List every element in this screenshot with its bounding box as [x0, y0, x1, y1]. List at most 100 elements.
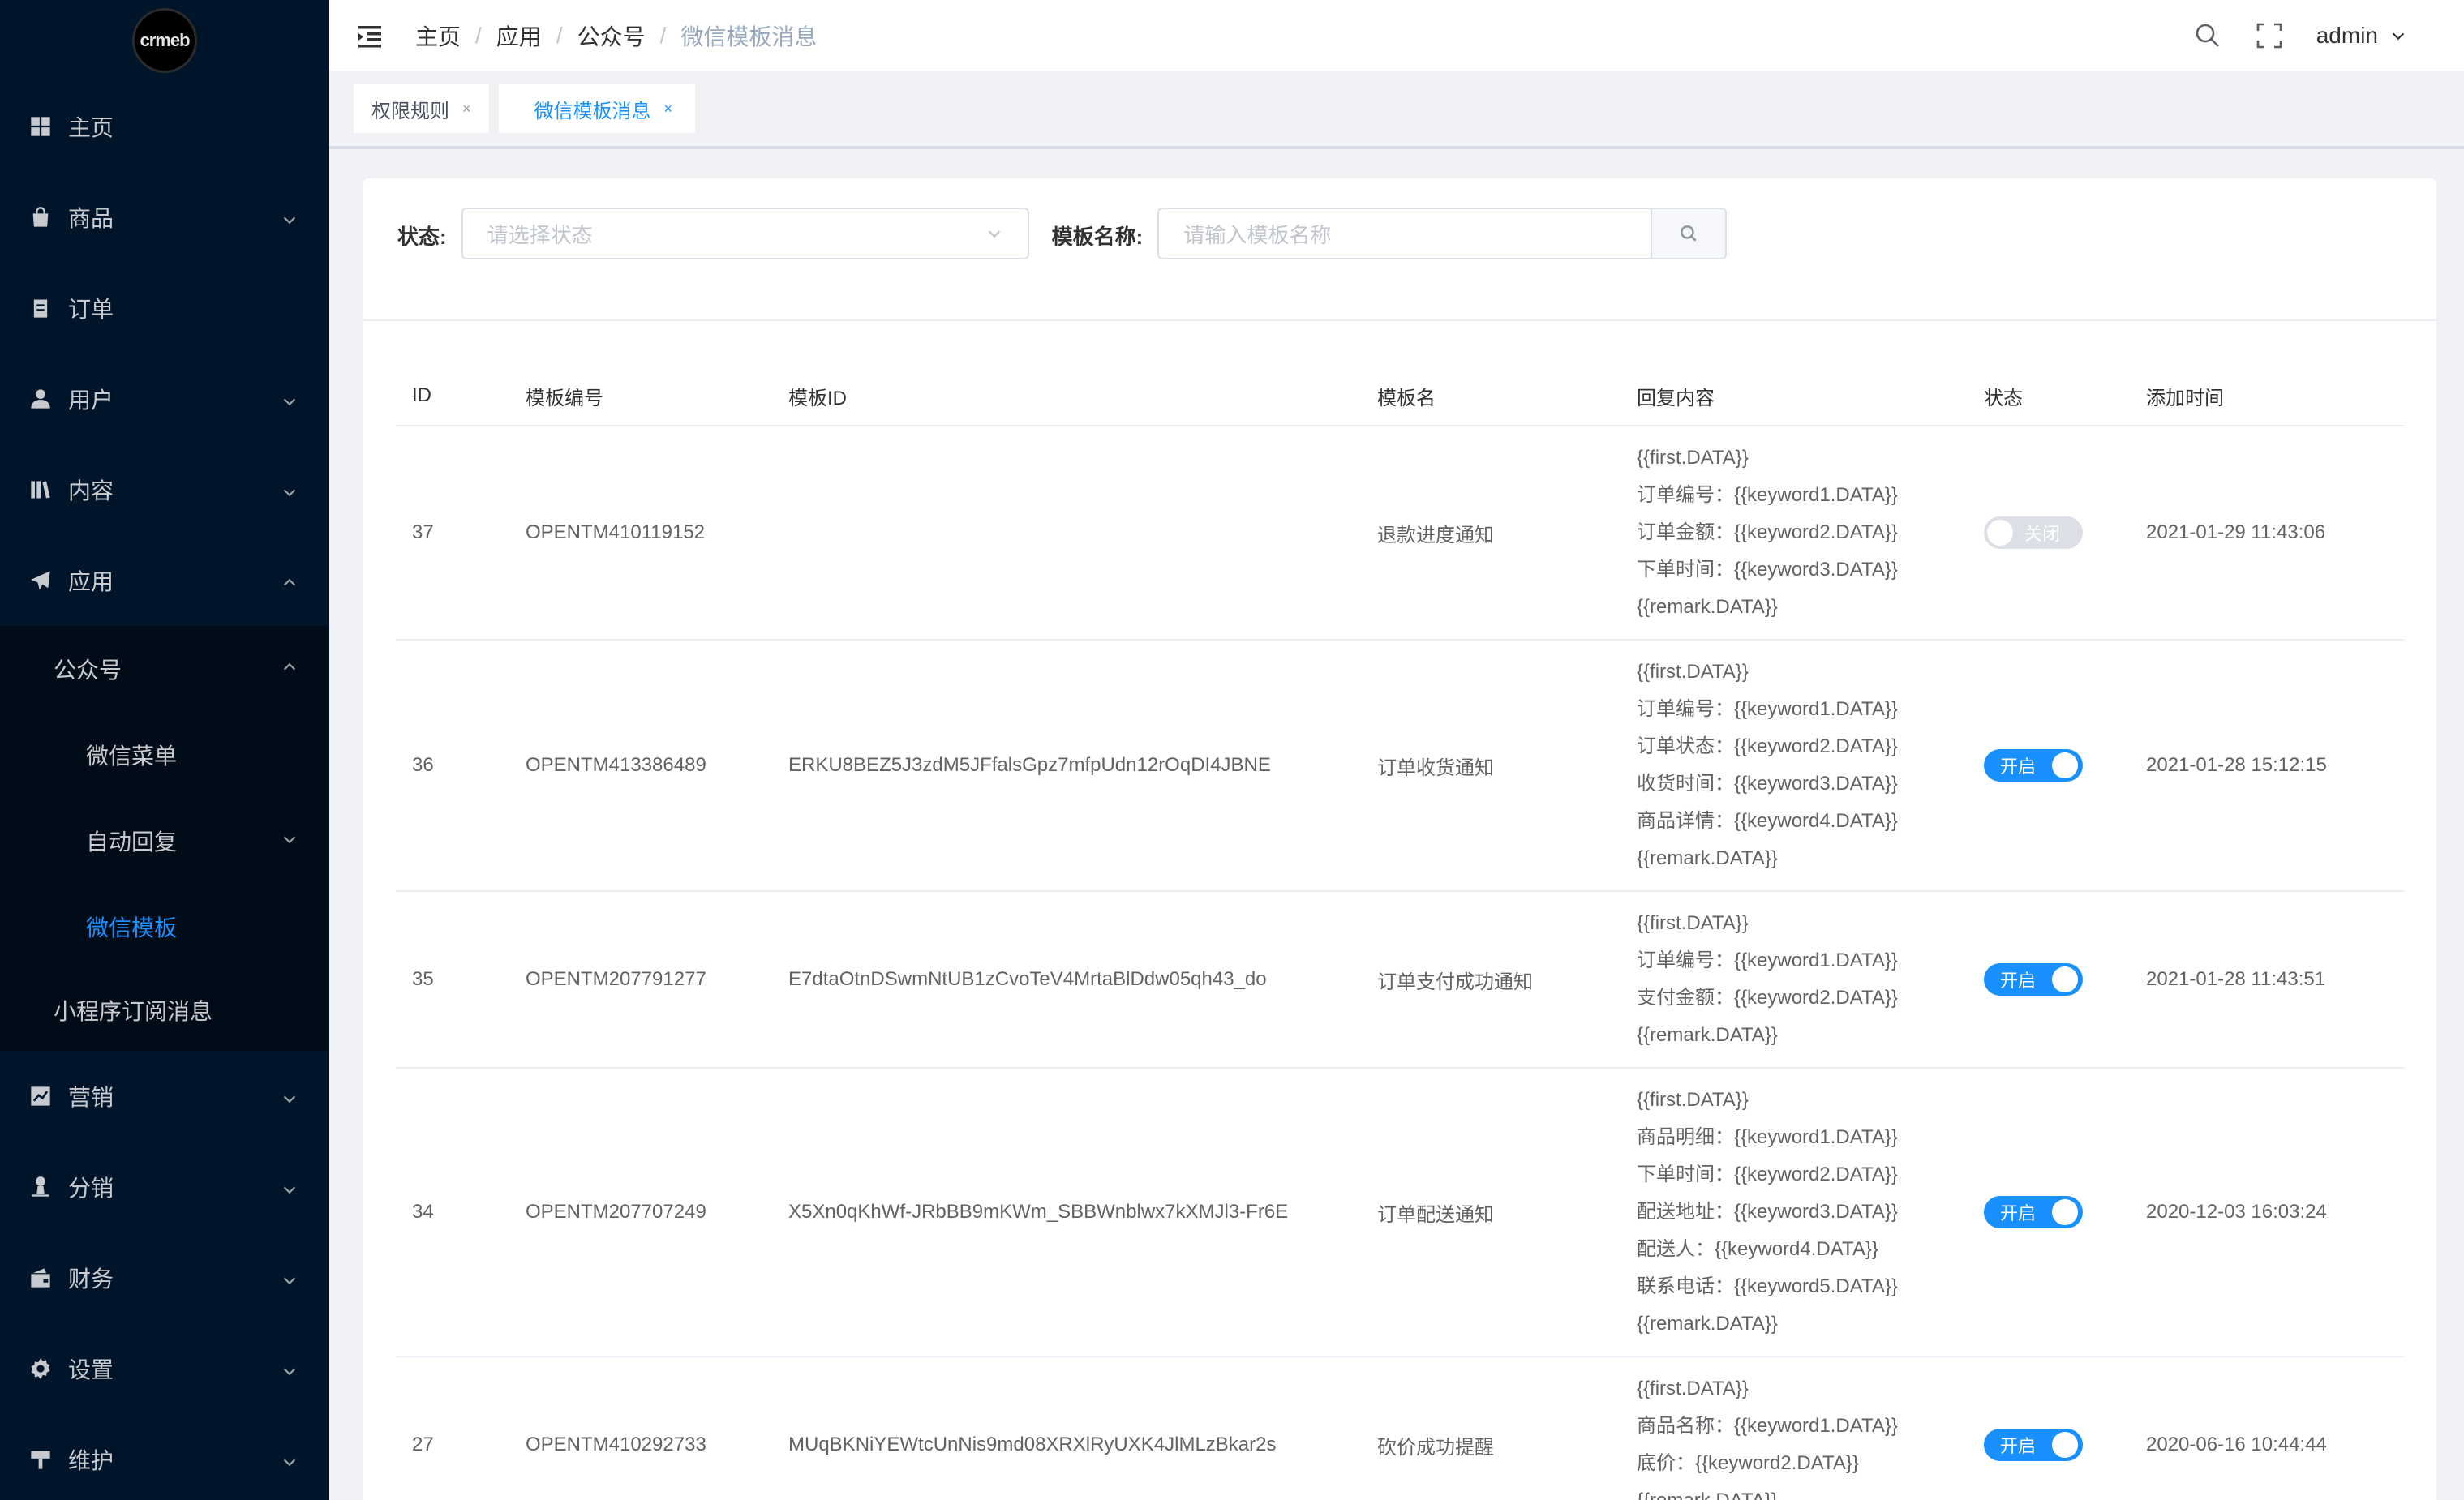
breadcrumb: 主页 / 应用 / 公众号 / 微信模板消息 — [415, 19, 817, 52]
sidebar-item-marketing[interactable]: 营销 — [0, 1051, 329, 1142]
username: admin — [2316, 22, 2378, 48]
chevron-down-icon — [281, 1087, 298, 1105]
sidebar-item-products[interactable]: 商品 — [0, 172, 329, 263]
wallet-icon — [29, 1266, 52, 1289]
shopping-bag-icon — [29, 206, 52, 229]
sidebar-item-official-account[interactable]: 公众号 — [0, 626, 329, 712]
logo[interactable]: crmeb — [132, 8, 197, 73]
reply-line: 订单金额：{{keyword2.DATA}} — [1637, 521, 1898, 543]
sidebar-item-label: 财务 — [68, 1266, 114, 1292]
chevron-down-icon — [988, 230, 1000, 238]
reply-line: 配送地址：{{keyword3.DATA}} — [1637, 1201, 1898, 1223]
reply-line: {{first.DATA}} — [1637, 912, 1749, 934]
cell-template-name: 退款进度通知 — [1377, 524, 1494, 546]
status-toggle[interactable]: 关闭 — [1984, 516, 2083, 549]
chevron-down-icon — [281, 1178, 298, 1196]
reply-line: 订单状态：{{keyword2.DATA}} — [1637, 735, 1898, 757]
sidebar-item-label: 分销 — [68, 1176, 114, 1201]
breadcrumb-separator: / — [659, 22, 667, 48]
cell-status: 关闭 — [1984, 516, 2146, 549]
toggle-knob — [1987, 520, 2013, 546]
cell-template-id: ERKU8BEZ5J3zdM5JFfalsGpz7mfpUdn12rOqDI4J… — [788, 754, 1271, 776]
cell-reply: {{first.DATA}} 订单编号：{{keyword1.DATA}} 支付… — [1637, 892, 1984, 1067]
template-table: ID 模板编号 模板ID 模板名 回复内容 状态 添加时间 37 OPENTM4… — [396, 366, 2404, 1500]
chevron-down-icon — [281, 1360, 298, 1378]
status-toggle[interactable]: 开启 — [1984, 963, 2083, 996]
close-icon[interactable]: × — [664, 101, 673, 118]
status-toggle[interactable]: 开启 — [1984, 749, 2083, 782]
status-toggle[interactable]: 开启 — [1984, 1429, 2083, 1461]
sidebar-item-label: 微信菜单 — [86, 744, 178, 769]
cell-status: 开启 — [1984, 1196, 2146, 1228]
sidebar-item-maintenance[interactable]: 维护 — [0, 1414, 329, 1500]
status-select-placeholder: 请选择状态 — [487, 222, 593, 247]
toggle-text: 开启 — [2000, 1436, 2037, 1456]
sidebar-item-settings[interactable]: 设置 — [0, 1323, 329, 1414]
gear-icon — [29, 1357, 52, 1380]
chevron-down-icon — [281, 828, 298, 854]
sidebar-item-label: 微信模板 — [86, 915, 178, 941]
sidebar-item-content[interactable]: 内容 — [0, 444, 329, 535]
cell-id: 35 — [412, 968, 434, 990]
close-icon[interactable]: × — [462, 101, 471, 118]
reply-line: {{first.DATA}} — [1637, 1378, 1749, 1399]
apps-submenu: 公众号 微信菜单 自动回复 微信模板 小程序订阅消息 — [0, 626, 329, 1051]
cell-time: 2021-01-29 11:43:06 — [2146, 521, 2326, 543]
template-name-placeholder: 请输入模板名称 — [1183, 222, 1332, 247]
menu-toggle-icon[interactable] — [357, 21, 386, 50]
breadcrumb-item[interactable]: 应用 — [496, 19, 542, 52]
sidebar-item-mini-program-subscribe[interactable]: 小程序订阅消息 — [0, 970, 329, 1051]
sidebar-item-wechat-menu[interactable]: 微信菜单 — [0, 712, 329, 798]
template-name-input[interactable]: 请输入模板名称 — [1157, 208, 1653, 259]
table-row: 37 OPENTM410119152 退款进度通知 {{first.DATA}}… — [396, 426, 2404, 641]
sidebar-item-label: 应用 — [68, 569, 114, 594]
breadcrumb-item[interactable]: 主页 — [415, 19, 461, 52]
tag-wechat-template[interactable]: 微信模板消息 × — [498, 84, 696, 133]
cell-id: 27 — [412, 1434, 434, 1455]
toggle-text: 开启 — [2000, 1203, 2037, 1224]
search-button[interactable] — [1652, 208, 1728, 259]
reply-line: {{first.DATA}} — [1637, 1089, 1749, 1111]
cell-time: 2021-01-28 11:43:51 — [2146, 968, 2326, 990]
sidebar-item-wechat-template[interactable]: 微信模板 — [0, 884, 329, 970]
status-toggle[interactable]: 开启 — [1984, 1196, 2083, 1228]
cell-id: 37 — [412, 521, 434, 543]
sidebar-item-home[interactable]: 主页 — [0, 81, 329, 172]
reply-line: {{remark.DATA}} — [1637, 1482, 1984, 1500]
user-menu[interactable]: admin — [2316, 23, 2407, 49]
cell-template-no: OPENTM207707249 — [526, 1201, 706, 1223]
reply-line: {{first.DATA}} — [1637, 661, 1749, 683]
sidebar-item-users[interactable]: 用户 — [0, 354, 329, 444]
sidebar-item-distribution[interactable]: 分销 — [0, 1142, 329, 1232]
cell-status: 开启 — [1984, 1429, 2146, 1461]
sidebar-item-orders[interactable]: 订单 — [0, 263, 329, 354]
chevron-down-icon — [281, 1269, 298, 1287]
cell-time: 2021-01-28 15:12:15 — [2146, 754, 2327, 776]
chart-icon — [29, 1085, 52, 1108]
distribution-icon — [29, 1176, 52, 1198]
sidebar-item-label: 商品 — [68, 206, 114, 231]
fullscreen-icon[interactable] — [2255, 21, 2284, 50]
sidebar-item-finance[interactable]: 财务 — [0, 1232, 329, 1323]
table-row: 34 OPENTM207707249 X5Xn0qKhWf-JRbBB9mKWm… — [396, 1069, 2404, 1357]
top-header: 主页 / 应用 / 公众号 / 微信模板消息 admin — [329, 0, 2464, 71]
breadcrumb-item[interactable]: 公众号 — [577, 19, 646, 52]
tag-permission-rules[interactable]: 权限规则 × — [354, 84, 489, 133]
status-filter-label: 状态: — [397, 225, 447, 249]
filter-bar: 状态: 请选择状态 模板名称: 请输入模板名称 — [363, 178, 2436, 321]
cell-template-no: OPENTM410119152 — [526, 521, 706, 543]
sidebar-item-apps[interactable]: 应用 — [0, 535, 329, 626]
cell-id: 36 — [412, 754, 434, 776]
search-icon — [1681, 225, 1697, 242]
cell-template-name: 订单支付成功通知 — [1377, 971, 1533, 993]
sidebar-item-label: 内容 — [68, 478, 114, 504]
status-select[interactable]: 请选择状态 — [461, 208, 1029, 259]
search-icon[interactable] — [2193, 21, 2222, 50]
sidebar-item-auto-reply[interactable]: 自动回复 — [0, 798, 329, 884]
reply-line: {{remark.DATA}} — [1637, 847, 1778, 869]
sidebar-item-label: 主页 — [68, 115, 114, 140]
reply-line: 支付金额：{{keyword2.DATA}} — [1637, 987, 1898, 1009]
cell-template-id: MUqBKNiYEWtcUnNis9md08XRXlRyUXK4JlMLzBka… — [788, 1434, 1277, 1455]
chevron-down-icon — [281, 1451, 298, 1468]
reply-line: 下单时间：{{keyword3.DATA}} — [1637, 559, 1898, 581]
